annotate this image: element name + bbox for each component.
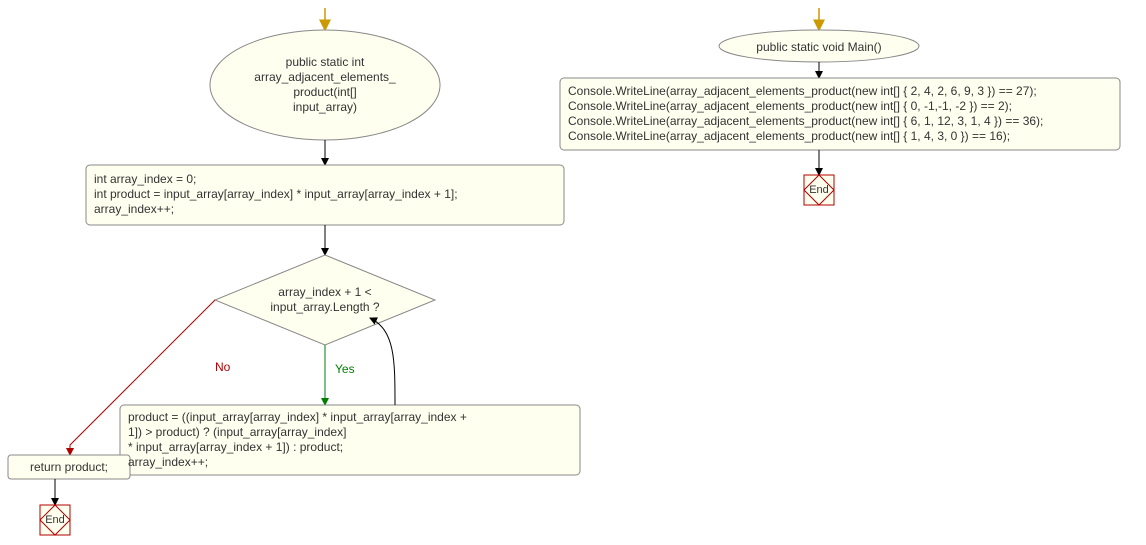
left-return-text: return product; <box>12 460 126 475</box>
right-end-text: End <box>808 184 830 198</box>
left-no-label: No <box>215 360 230 374</box>
left-cond-text: array_index + 1 < input_array.Length ? <box>240 285 410 315</box>
left-loopbody-text: product = ((input_array[array_index] * i… <box>128 410 572 470</box>
left-loopback <box>370 318 395 405</box>
right-body-text: Console.WriteLine(array_adjacent_element… <box>568 84 1112 144</box>
left-init-text: int array_index = 0; int product = input… <box>94 172 556 217</box>
right-start-text: public static void Main() <box>720 40 918 55</box>
flowchart-canvas: public static int array_adjacent_element… <box>0 0 1146 545</box>
left-start-text: public static int array_adjacent_element… <box>210 55 440 115</box>
left-yes-label: Yes <box>335 362 355 376</box>
left-end-text: End <box>44 514 66 528</box>
